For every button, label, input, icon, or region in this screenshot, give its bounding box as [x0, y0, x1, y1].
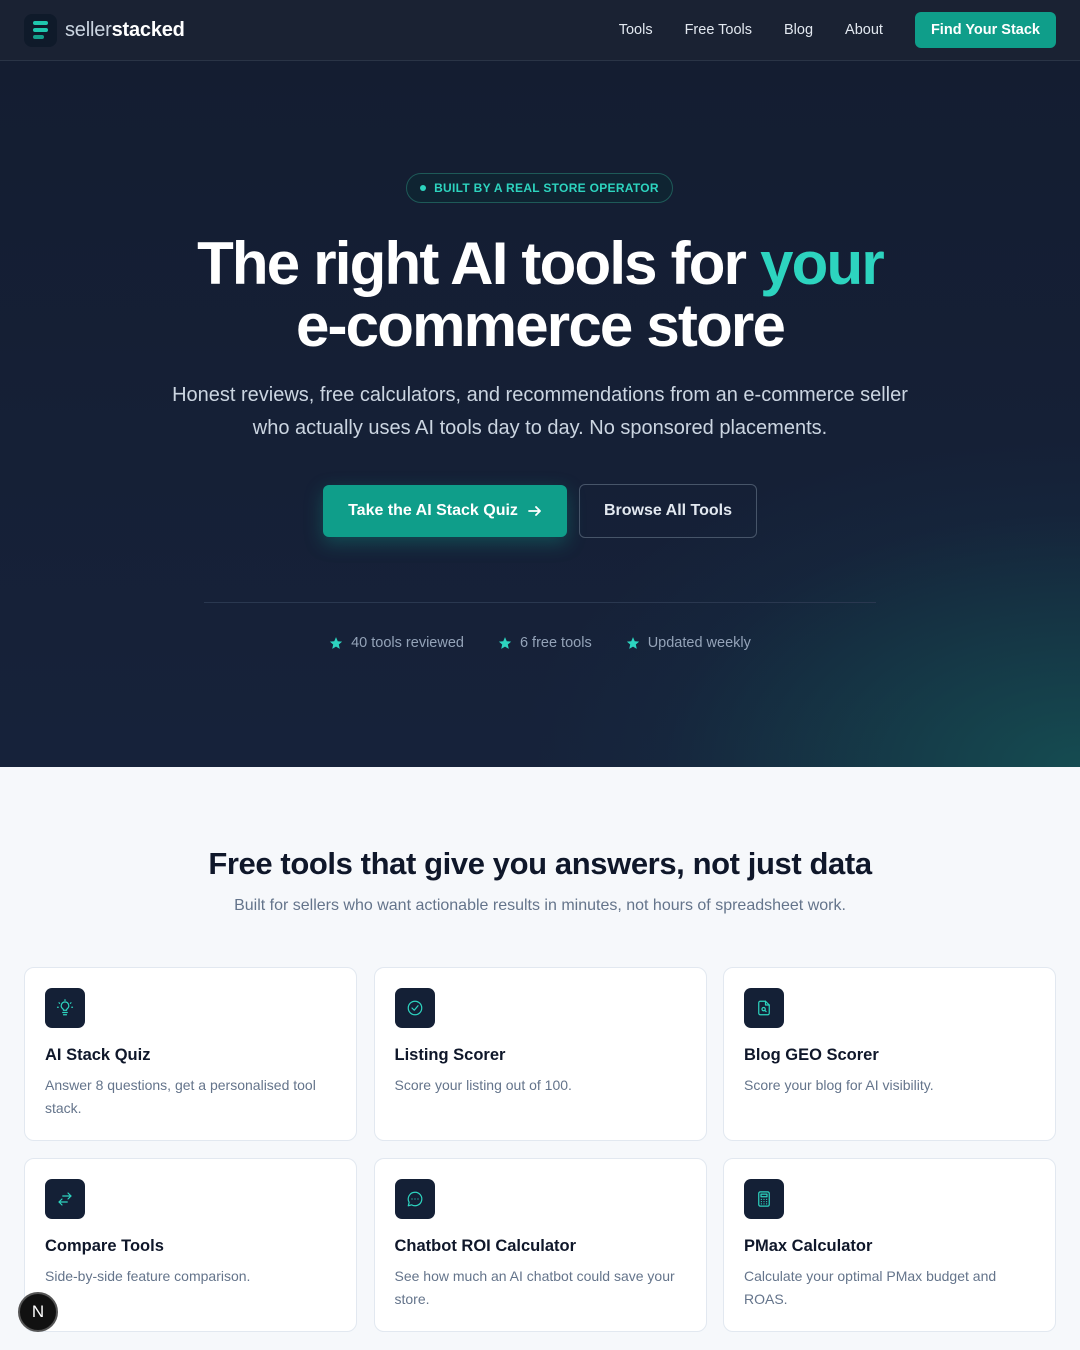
tool-card-blog-geo-scorer[interactable]: Blog GEO Scorer Score your blog for AI v…	[723, 967, 1056, 1141]
hero-subtitle: Honest reviews, free calculators, and re…	[172, 384, 908, 439]
card-title: PMax Calculator	[744, 1237, 873, 1255]
hero-badge: BUILT BY A REAL STORE OPERATOR	[406, 173, 673, 203]
stat-label: 40 tools reviewed	[351, 635, 464, 651]
hero-section: BUILT BY A REAL STORE OPERATOR The right…	[0, 61, 1080, 767]
stat-free-tools: 6 free tools	[498, 635, 592, 651]
card-description: Calculate your optimal PMax budget and R…	[744, 1268, 997, 1307]
nav-link-blog[interactable]: Blog	[784, 22, 813, 38]
tool-card-pmax-calculator[interactable]: PMax Calculator Calculate your optimal P…	[723, 1158, 1056, 1332]
hero-title: The right AI tools for your e-commerce s…	[0, 233, 1080, 357]
card-title: Compare Tools	[45, 1237, 164, 1255]
hero-title-line2: e-commerce store	[295, 292, 786, 359]
tool-cards-grid: AI Stack Quiz Answer 8 questions, get a …	[24, 967, 1056, 1332]
swap-arrows-icon	[45, 1179, 85, 1219]
tool-card-chatbot-roi-calculator[interactable]: Chatbot ROI Calculator See how much an A…	[373, 1158, 707, 1332]
hero-title-line1: The right AI tools for	[197, 230, 761, 297]
nav-link-about[interactable]: About	[845, 22, 883, 38]
hero-divider	[204, 602, 876, 603]
star-icon	[498, 637, 512, 649]
stat-tools-reviewed: 40 tools reviewed	[329, 635, 464, 651]
top-navigation: sellerstacked Tools Free Tools Blog Abou…	[0, 0, 1080, 61]
star-icon	[329, 637, 343, 649]
check-circle-icon	[394, 988, 435, 1028]
arrow-right-icon	[528, 506, 541, 516]
star-icon	[626, 637, 639, 649]
tool-card-compare-tools[interactable]: Compare Tools Side-by-side feature compa…	[24, 1158, 357, 1332]
next-dev-indicator-button[interactable]: N	[18, 1292, 58, 1332]
card-description: Score your blog for AI visibility.	[744, 1077, 934, 1093]
lightbulb-icon	[45, 988, 85, 1028]
find-your-stack-button[interactable]: Find Your Stack	[914, 12, 1056, 48]
nav-links: Tools Free Tools Blog About Find Your St…	[619, 12, 1056, 48]
stat-updated-weekly: Updated weekly	[626, 635, 751, 651]
browse-all-tools-button[interactable]: Browse All Tools	[579, 484, 757, 538]
stat-label: Updated weekly	[647, 635, 751, 651]
nav-link-tools[interactable]: Tools	[619, 22, 653, 38]
card-title: Listing Scorer	[394, 1046, 506, 1064]
chat-bubble-icon	[394, 1179, 435, 1219]
logo-wordmark: sellerstacked	[65, 18, 185, 41]
hero-badge-text: BUILT BY A REAL STORE OPERATOR	[434, 181, 659, 195]
free-tools-subtitle: Built for sellers who want actionable re…	[234, 897, 846, 914]
stat-label: 6 free tools	[519, 635, 592, 651]
tool-card-listing-scorer[interactable]: Listing Scorer Score your listing out of…	[373, 967, 707, 1141]
logo[interactable]: sellerstacked	[24, 13, 185, 47]
card-title: AI Stack Quiz	[45, 1046, 151, 1064]
card-description: See how much an AI chatbot could save yo…	[394, 1268, 675, 1307]
logo-stack-icon	[24, 13, 57, 47]
document-search-icon	[744, 988, 784, 1028]
hero-stats: 40 tools reviewed 6 free tools Updated w…	[0, 635, 1080, 651]
tool-card-ai-stack-quiz[interactable]: AI Stack Quiz Answer 8 questions, get a …	[24, 967, 357, 1141]
nav-link-free-tools[interactable]: Free Tools	[685, 22, 752, 38]
hero-title-accent: your	[760, 230, 885, 297]
calculator-icon	[744, 1179, 784, 1219]
take-quiz-label: Take the AI Stack Quiz	[348, 502, 518, 519]
card-title: Chatbot ROI Calculator	[394, 1237, 577, 1255]
card-description: Score your listing out of 100.	[394, 1077, 572, 1093]
card-description: Side-by-side feature comparison.	[45, 1268, 251, 1284]
free-tools-title: Free tools that give you answers, not ju…	[208, 846, 872, 881]
badge-dot-icon	[420, 185, 427, 191]
take-quiz-button[interactable]: Take the AI Stack Quiz	[323, 485, 567, 537]
card-description: Answer 8 questions, get a personalised t…	[45, 1077, 316, 1116]
card-title: Blog GEO Scorer	[744, 1046, 879, 1064]
